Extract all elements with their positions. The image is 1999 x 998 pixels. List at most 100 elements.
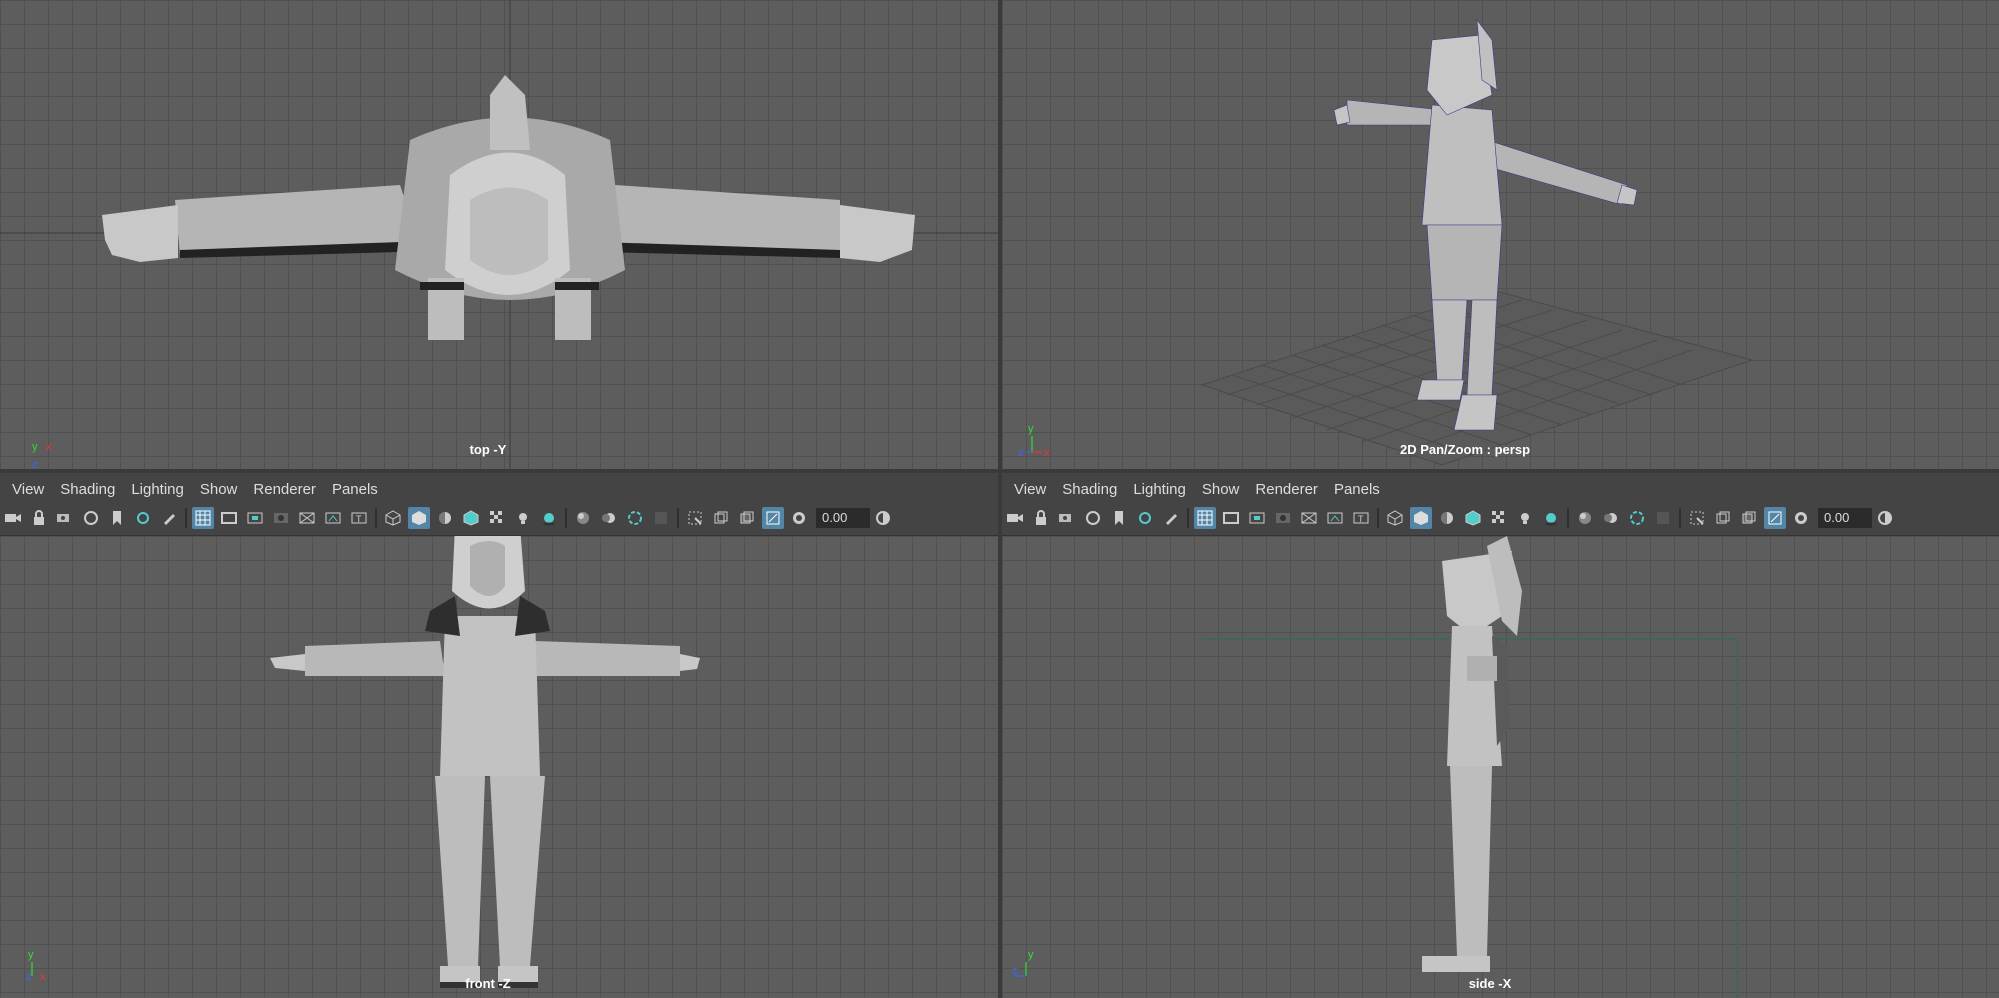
safe-action-icon[interactable] xyxy=(1324,507,1346,529)
field-chart-icon[interactable] xyxy=(296,507,318,529)
svg-text:z: z xyxy=(1018,447,1024,458)
wireframe-on-shaded-icon[interactable] xyxy=(1462,507,1484,529)
camera-attributes-icon[interactable] xyxy=(54,507,76,529)
depth-of-field-icon[interactable] xyxy=(1652,507,1674,529)
menu-lighting[interactable]: Lighting xyxy=(131,481,184,498)
svg-text:y: y xyxy=(1028,423,1034,435)
depth-of-field-icon[interactable] xyxy=(650,507,672,529)
viewport-divider-vertical[interactable] xyxy=(998,0,1002,998)
menu-renderer[interactable]: Renderer xyxy=(1255,481,1318,498)
shadows-icon[interactable] xyxy=(538,507,560,529)
svg-text:T: T xyxy=(1358,514,1364,524)
side-view-model xyxy=(1202,536,1738,998)
screen-space-ao-icon[interactable] xyxy=(1574,507,1596,529)
smooth-shade-icon[interactable] xyxy=(408,507,430,529)
axis-gizmo-persp: y z x xyxy=(1018,423,1050,458)
camera-icon[interactable] xyxy=(2,507,24,529)
xray-joints-icon[interactable] xyxy=(736,507,758,529)
bookmark-icon[interactable] xyxy=(106,507,128,529)
menu-panels[interactable]: Panels xyxy=(1334,481,1380,498)
grid-icon[interactable] xyxy=(1194,507,1216,529)
menu-show[interactable]: Show xyxy=(200,481,238,498)
viewport-side[interactable]: y z side -X xyxy=(1002,536,1999,998)
gamma-icon[interactable] xyxy=(872,507,894,529)
exposure-field[interactable]: 0.00 xyxy=(816,508,870,528)
exposure-icon[interactable] xyxy=(788,507,810,529)
gate-mask-icon[interactable] xyxy=(1272,507,1294,529)
xray-components-icon[interactable] xyxy=(1764,507,1786,529)
2d-pan-zoom-icon[interactable] xyxy=(1134,507,1156,529)
motion-blur-icon[interactable] xyxy=(598,507,620,529)
menu-renderer[interactable]: Renderer xyxy=(253,481,316,498)
viewport-divider-horizontal[interactable] xyxy=(0,469,1999,473)
safe-title-icon[interactable]: T xyxy=(348,507,370,529)
xray-icon[interactable] xyxy=(1712,507,1734,529)
grease-pencil-icon[interactable] xyxy=(158,507,180,529)
toolbar-divider xyxy=(1679,508,1681,528)
grease-pencil-icon[interactable] xyxy=(1160,507,1182,529)
menu-shading[interactable]: Shading xyxy=(1062,481,1117,498)
axis-gizmo-top: y x z xyxy=(32,441,52,469)
top-view-model xyxy=(0,0,998,469)
film-gate-icon[interactable] xyxy=(218,507,240,529)
front-view-model xyxy=(270,536,700,988)
menu-shading[interactable]: Shading xyxy=(60,481,115,498)
menu-panels[interactable]: Panels xyxy=(332,481,378,498)
toolbar-divider xyxy=(565,508,567,528)
svg-text:z: z xyxy=(32,459,38,469)
panel-toolbar-left: T 0.00 xyxy=(0,501,998,536)
viewport-top[interactable]: y x z top -Y xyxy=(0,0,998,469)
resolution-gate-icon[interactable] xyxy=(1246,507,1268,529)
camera-icon[interactable] xyxy=(1004,507,1026,529)
lock-camera-icon[interactable] xyxy=(1030,507,1052,529)
safe-title-icon[interactable]: T xyxy=(1350,507,1372,529)
multisample-aa-icon[interactable] xyxy=(1626,507,1648,529)
field-chart-icon[interactable] xyxy=(1298,507,1320,529)
use-all-lights-icon[interactable] xyxy=(1514,507,1536,529)
textured-icon[interactable] xyxy=(1488,507,1510,529)
screen-space-ao-icon[interactable] xyxy=(572,507,594,529)
multisample-aa-icon[interactable] xyxy=(624,507,646,529)
menu-show[interactable]: Show xyxy=(1202,481,1240,498)
gate-mask-icon[interactable] xyxy=(270,507,292,529)
textured-icon[interactable] xyxy=(486,507,508,529)
menu-view[interactable]: View xyxy=(12,481,44,498)
isolate-select-icon[interactable] xyxy=(684,507,706,529)
svg-text:z: z xyxy=(1012,965,1018,977)
exposure-field[interactable]: 0.00 xyxy=(1818,508,1872,528)
use-all-lights-icon[interactable] xyxy=(512,507,534,529)
film-gate-icon[interactable] xyxy=(1220,507,1242,529)
wireframe-icon[interactable] xyxy=(382,507,404,529)
svg-text:y: y xyxy=(1028,949,1034,961)
viewport-persp[interactable]: y z x 2D Pan/Zoom : persp xyxy=(1002,0,1999,469)
shadows-icon[interactable] xyxy=(1540,507,1562,529)
wireframe-icon[interactable] xyxy=(1384,507,1406,529)
grid-icon[interactable] xyxy=(192,507,214,529)
viewport-front[interactable]: y z x front -Z xyxy=(0,536,998,998)
xray-components-icon[interactable] xyxy=(762,507,784,529)
lock-camera-icon[interactable] xyxy=(28,507,50,529)
menu-lighting[interactable]: Lighting xyxy=(1133,481,1186,498)
camera-attributes-icon[interactable] xyxy=(1056,507,1078,529)
smooth-shade-icon[interactable] xyxy=(1410,507,1432,529)
panel-menubar-right: View Shading Lighting Show Renderer Pane… xyxy=(1002,477,1999,501)
camera-label-front: front -Z xyxy=(465,976,511,991)
image-plane-icon[interactable] xyxy=(80,507,102,529)
2d-pan-zoom-icon[interactable] xyxy=(132,507,154,529)
toolbar-divider xyxy=(1377,508,1379,528)
xray-icon[interactable] xyxy=(710,507,732,529)
menu-view[interactable]: View xyxy=(1014,481,1046,498)
isolate-select-icon[interactable] xyxy=(1686,507,1708,529)
motion-blur-icon[interactable] xyxy=(1600,507,1622,529)
safe-action-icon[interactable] xyxy=(322,507,344,529)
default-material-icon[interactable] xyxy=(1436,507,1458,529)
default-material-icon[interactable] xyxy=(434,507,456,529)
exposure-icon[interactable] xyxy=(1790,507,1812,529)
xray-joints-icon[interactable] xyxy=(1738,507,1760,529)
bookmark-icon[interactable] xyxy=(1108,507,1130,529)
image-plane-icon[interactable] xyxy=(1082,507,1104,529)
wireframe-on-shaded-icon[interactable] xyxy=(460,507,482,529)
resolution-gate-icon[interactable] xyxy=(244,507,266,529)
gamma-icon[interactable] xyxy=(1874,507,1896,529)
toolbar-divider xyxy=(375,508,377,528)
